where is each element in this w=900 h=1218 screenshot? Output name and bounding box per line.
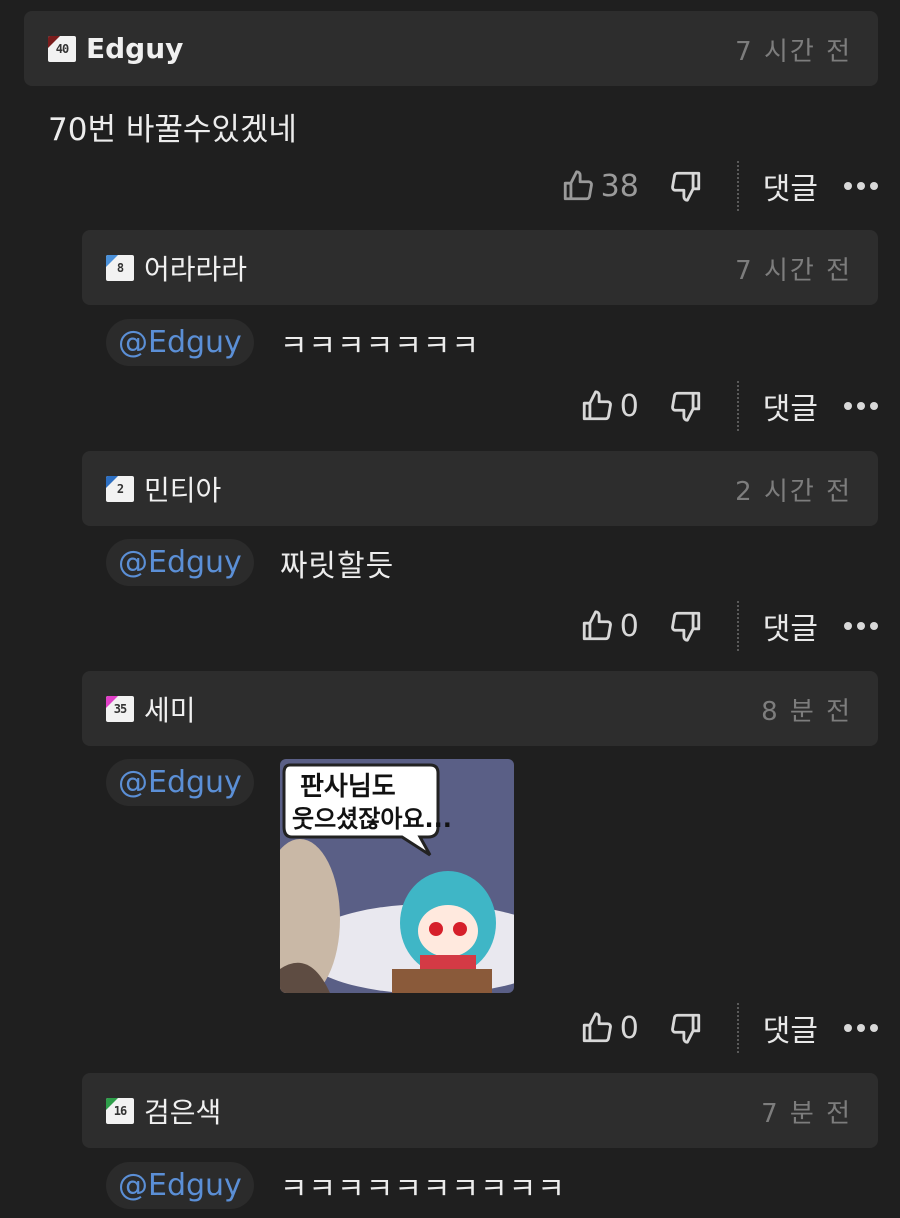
comment-text: ㅋㅋㅋㅋㅋㅋㅋ [279,328,481,364]
comment-header: 40 Edguy 7 시간 전 [24,11,878,86]
author-name[interactable]: Edguy [86,32,183,65]
level-number: 2 [116,481,124,496]
comment-header: 8 어라라라 7 시간 전 [82,230,878,305]
reply-button[interactable]: 댓글 [763,164,818,208]
comment-header: 2 민티아 2 시간 전 [82,451,878,526]
mention-tag[interactable]: @Edguy [106,1162,254,1209]
action-separator [736,1003,739,1053]
comment-actions: 0 댓글 [580,381,878,431]
sticker-line-1: 판사님도 [300,772,396,802]
mention-tag[interactable]: @Edguy [106,539,254,586]
comment-time: 2 시간 전 [735,477,852,507]
level-number: 40 [55,41,69,56]
comment-body: @Edguy 판사님도 웃으셨잖아요... [106,759,514,993]
reply-button[interactable]: 댓글 [763,384,818,428]
author-name[interactable]: 민티아 [144,469,221,509]
thumbs-down-icon [670,171,700,202]
comment-body: @Edguy 짜릿할듯 [106,539,394,586]
thumbs-up-icon [582,1012,612,1043]
comment-thread: 40 Edguy 7 시간 전 70번 바꿀수있겠네 38 댓글 8 어라라라 … [0,0,900,1218]
mention-tag[interactable]: @Edguy [106,319,254,366]
comment-time: 8 분 전 [761,697,852,727]
thumbs-down-icon [670,611,700,642]
dislike-button[interactable] [669,1011,703,1045]
sticker-image[interactable]: 판사님도 웃으셨잖아요... [279,759,514,993]
comment-text: ㅋㅋㅋㅋㅋㅋㅋㅋㅋㅋ [279,1171,566,1207]
level-badge: 2 [106,475,134,502]
comment-body: 70번 바꿀수있겠네 [48,104,297,149]
level-badge: 8 [106,254,134,281]
level-badge: 40 [48,35,76,62]
comment-text: 짜릿할듯 [279,548,395,584]
action-separator [736,381,739,431]
like-button[interactable]: 0 [580,389,639,424]
level-badge: 16 [106,1097,134,1124]
action-separator [736,601,739,651]
like-button[interactable]: 0 [580,1011,639,1046]
like-button[interactable]: 0 [580,609,639,644]
more-dots-icon[interactable] [844,402,878,410]
comment-actions: 38 댓글 [561,161,878,211]
author-name[interactable]: 어라라라 [144,248,247,288]
comment-actions: 0 댓글 [580,1003,878,1053]
thumbs-up-icon [582,390,612,421]
reply-button[interactable]: 댓글 [763,604,818,648]
more-dots-icon[interactable] [844,1024,878,1032]
sticker-line-2: 웃으셨잖아요... [292,805,452,833]
comment-time: 7 시간 전 [735,37,852,67]
like-count: 0 [619,388,639,424]
reply-button[interactable]: 댓글 [763,1006,818,1050]
author-name[interactable]: 검은색 [144,1091,221,1131]
like-count: 0 [619,1010,639,1046]
thumbs-down-icon [670,391,700,422]
level-number: 8 [116,260,124,275]
more-dots-icon[interactable] [844,182,878,190]
level-badge: 35 [106,695,134,722]
comment-body: @Edguy ㅋㅋㅋㅋㅋㅋㅋ [106,319,480,366]
comment-header: 35 세미 8 분 전 [82,671,878,746]
comment-actions: 0 댓글 [580,601,878,651]
comment-time: 7 시간 전 [735,256,852,286]
comment-body: @Edguy ㅋㅋㅋㅋㅋㅋㅋㅋㅋㅋ [106,1162,566,1209]
thumbs-down-icon [670,1013,700,1044]
mention-tag[interactable]: @Edguy [106,759,254,806]
thumbs-up-icon [582,610,612,641]
comment-text: 70번 바꿀수있겠네 [48,112,297,148]
comment-time: 7 분 전 [761,1099,852,1129]
dislike-button[interactable] [669,169,703,203]
action-separator [736,161,739,211]
level-number: 35 [113,701,127,716]
author-name[interactable]: 세미 [144,689,196,729]
like-count: 0 [619,608,639,644]
like-button[interactable]: 38 [561,169,639,204]
more-dots-icon[interactable] [844,622,878,630]
like-count: 38 [600,168,639,204]
thumbs-up-icon [563,170,593,201]
dislike-button[interactable] [669,389,703,423]
comment-header: 16 검은색 7 분 전 [82,1073,878,1148]
dislike-button[interactable] [669,609,703,643]
level-number: 16 [113,1103,127,1118]
